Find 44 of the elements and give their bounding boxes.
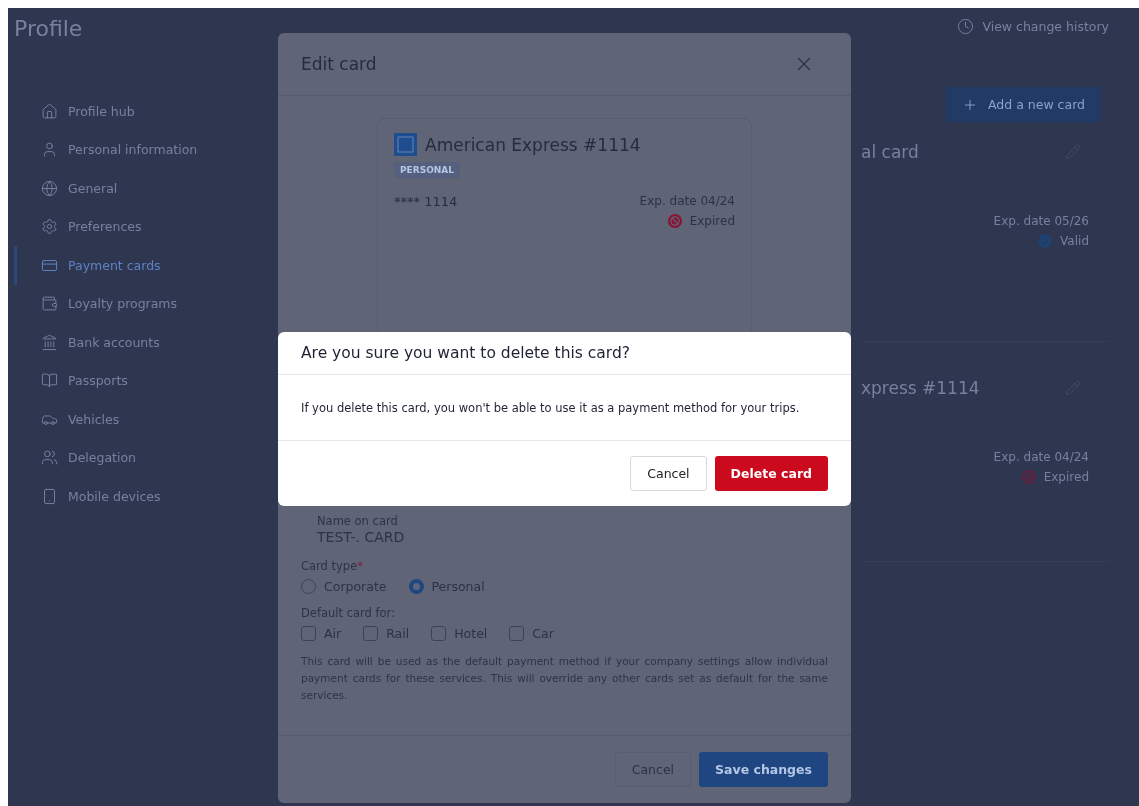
clock-icon xyxy=(957,18,975,35)
radio-button[interactable] xyxy=(408,579,424,594)
sidebar-item[interactable]: Loyalty programs xyxy=(14,284,270,323)
book-icon xyxy=(41,372,58,390)
delete-button[interactable]: Delete card xyxy=(714,456,828,491)
sidebar-item[interactable]: Mobile devices xyxy=(14,477,270,516)
page-title: Profile xyxy=(13,15,84,43)
wallet-icon xyxy=(41,295,58,313)
add-card-button[interactable]: Add a new card xyxy=(946,87,1101,122)
sidebar-item[interactable]: Profile hub xyxy=(14,92,270,131)
card-title: xpress #1114 xyxy=(861,378,980,398)
user-icon xyxy=(41,141,58,159)
sidebar-item[interactable]: Preferences xyxy=(14,207,270,246)
modal-title: Edit card xyxy=(301,54,377,74)
sidebar-item[interactable]: Vehicles xyxy=(14,400,270,439)
home-icon xyxy=(41,102,58,120)
dialog-title: Are you sure you want to delete this card? xyxy=(278,332,851,375)
checkbox[interactable] xyxy=(363,626,379,641)
globe-icon xyxy=(41,179,58,197)
save-button[interactable]: Save changes xyxy=(699,752,828,787)
sidebar-item[interactable]: Payment cards xyxy=(14,246,270,285)
sidebar-item[interactable]: Bank accounts xyxy=(14,323,270,362)
card-status: Expired xyxy=(1043,470,1089,484)
smartphone-icon xyxy=(41,487,58,505)
card-status: Valid xyxy=(1060,234,1089,248)
sidebar-item[interactable]: Passports xyxy=(14,361,270,400)
card-title: al card xyxy=(861,142,919,162)
users-icon xyxy=(41,449,58,467)
expiry-date: Exp. date 05/26 xyxy=(993,214,1089,228)
cancel-button[interactable]: Cancel xyxy=(630,456,707,491)
card-name: American Express #1114 xyxy=(425,134,641,155)
checkbox[interactable] xyxy=(301,626,316,641)
checkbox[interactable] xyxy=(509,626,525,641)
dialog-message: If you delete this card, you won't be able to use it as a payment method for your trips. xyxy=(278,375,851,441)
card-number: **** 1114 xyxy=(394,194,458,211)
bank-icon xyxy=(41,333,58,351)
sidebar-item[interactable]: Personal information xyxy=(14,130,270,169)
expiry-date: Exp. date 04/24 xyxy=(993,450,1089,464)
sidebar-item[interactable]: General xyxy=(14,169,270,208)
checkbox[interactable] xyxy=(431,626,447,641)
gear-icon xyxy=(41,218,58,236)
card-type-tag: PERSONAL xyxy=(394,162,461,178)
view-history-link[interactable]: View change history xyxy=(957,18,1109,35)
sidebar-item[interactable]: Delegation xyxy=(14,438,270,477)
